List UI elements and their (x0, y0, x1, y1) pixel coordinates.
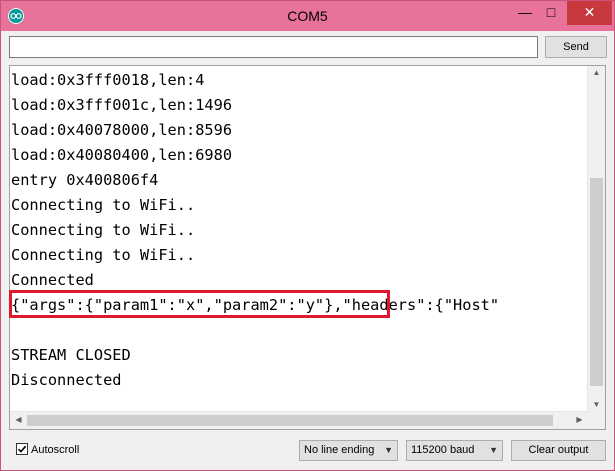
clear-output-button[interactable]: Clear output (511, 440, 606, 461)
output-lines: load:0x3fff0018,len:4 load:0x3fff001c,le… (11, 68, 586, 412)
baud-rate-value: 115200 baud (411, 444, 475, 456)
output-line: load:0x40080400,len:6980 (11, 146, 233, 164)
horizontal-scrollbar[interactable]: ◀ ▶ (10, 411, 589, 429)
output-line: Connecting to WiFi.. (11, 196, 196, 214)
output-line: STREAM CLOSED (11, 346, 131, 364)
bottom-toolbar: Autoscroll No line ending ▼ 115200 baud … (9, 438, 609, 462)
autoscroll-toggle[interactable]: Autoscroll (16, 443, 79, 456)
chevron-down-icon: ▼ (489, 445, 498, 455)
vertical-scroll-thumb[interactable] (590, 178, 603, 386)
scroll-left-arrow-icon[interactable]: ◀ (10, 415, 27, 424)
scroll-up-arrow-icon[interactable]: ▲ (588, 68, 605, 77)
output-line: load:0x3fff0018,len:4 (11, 71, 205, 89)
output-line: load:0x40078000,len:8596 (11, 121, 233, 139)
autoscroll-label: Autoscroll (31, 444, 80, 456)
minimize-button[interactable]: — (515, 1, 535, 25)
scroll-down-arrow-icon[interactable]: ▼ (588, 400, 605, 409)
chevron-down-icon: ▼ (384, 445, 393, 455)
close-button[interactable]: ✕ (567, 1, 612, 25)
line-ending-value: No line ending (304, 444, 375, 456)
scroll-corner (588, 412, 605, 429)
send-row: Send (9, 36, 607, 60)
horizontal-scroll-thumb[interactable] (27, 415, 553, 426)
maximize-button[interactable]: □ (541, 1, 561, 25)
baud-rate-select[interactable]: 115200 baud ▼ (406, 440, 503, 461)
serial-output[interactable]: load:0x3fff0018,len:4 load:0x3fff001c,le… (9, 65, 606, 430)
output-line: Connected (11, 271, 94, 289)
output-line: entry 0x400806f4 (11, 171, 159, 189)
scroll-right-arrow-icon[interactable]: ▶ (571, 415, 588, 424)
output-line: Disconnected (11, 371, 122, 389)
output-line: load:0x3fff001c,len:1496 (11, 96, 233, 114)
send-input[interactable] (9, 36, 538, 58)
output-line: Connecting to WiFi.. (11, 221, 196, 239)
checkmark-icon[interactable] (16, 443, 28, 455)
highlight-annotation (9, 290, 390, 318)
title-bar[interactable]: COM5 — □ ✕ (1, 1, 614, 31)
send-button[interactable]: Send (545, 36, 607, 58)
serial-monitor-window: COM5 — □ ✕ Send load:0x3fff0018,len:4 lo… (0, 0, 615, 471)
vertical-scrollbar[interactable]: ▲ ▼ (587, 66, 605, 412)
output-line: Connecting to WiFi.. (11, 246, 196, 264)
line-ending-select[interactable]: No line ending ▼ (299, 440, 398, 461)
